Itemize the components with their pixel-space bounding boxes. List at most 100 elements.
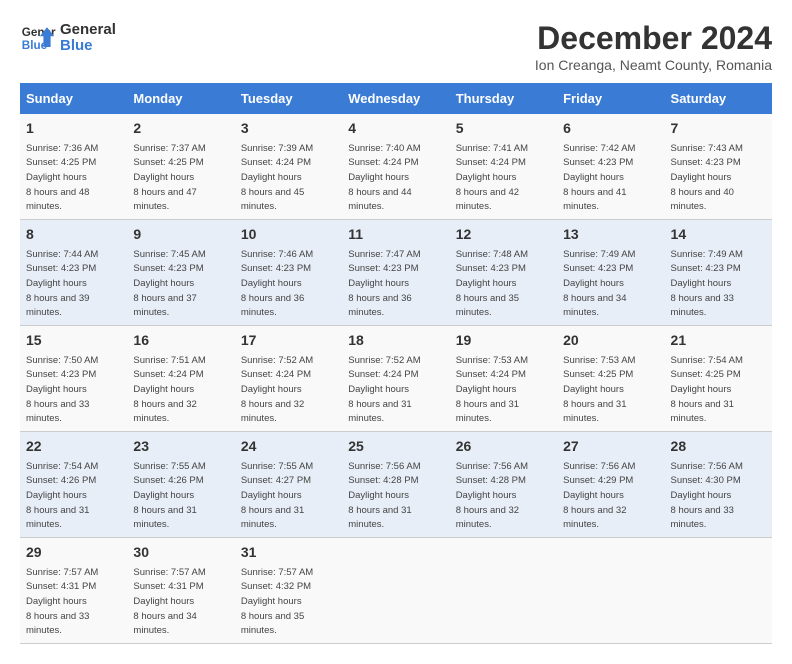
calendar-cell: 6Sunrise: 7:42 AMSunset: 4:23 PMDaylight… [557,114,664,220]
day-number: 24 [241,437,336,457]
daylight-label: Daylight hours [133,490,194,501]
calendar-cell: 14Sunrise: 7:49 AMSunset: 4:23 PMDayligh… [665,220,772,326]
day-number: 30 [133,543,228,563]
day-number: 11 [348,225,443,245]
daylight-label: Daylight hours [133,596,194,607]
sunrise-info: Sunrise: 7:46 AM [241,249,313,260]
sunrise-info: Sunrise: 7:39 AM [241,143,313,154]
sunrise-info: Sunrise: 7:43 AM [671,143,743,154]
daylight-duration: 8 hours and 32 minutes. [133,399,196,425]
sunset-info: Sunset: 4:26 PM [133,475,203,486]
day-number: 16 [133,331,228,351]
calendar-cell [342,538,449,644]
calendar-cell: 31Sunrise: 7:57 AMSunset: 4:32 PMDayligh… [235,538,342,644]
day-number: 18 [348,331,443,351]
day-number: 26 [456,437,551,457]
daylight-duration: 8 hours and 44 minutes. [348,187,411,213]
daylight-label: Daylight hours [563,490,624,501]
daylight-label: Daylight hours [133,278,194,289]
calendar-cell: 23 Sunrise: 7:55 AM Sunset: 4:26 PM Dayligh… [127,432,234,538]
day-number: 22 [26,437,121,457]
sunset-info: Sunset: 4:23 PM [456,263,526,274]
week-row: 1 Sunrise: 7:36 AM Sunset: 4:25 PM Daylight… [20,114,772,220]
sunset-info: Sunset: 4:24 PM [348,369,418,380]
daylight-label: Daylight hours [456,278,517,289]
daylight-label: Daylight hours [26,490,87,501]
daylight-label: Daylight hours [26,278,87,289]
daylight-duration: 8 hours and 39 minutes. [26,293,89,319]
sunset-info: Sunset: 4:24 PM [348,157,418,168]
daylight-duration: 8 hours and 31 minutes. [348,505,411,531]
sunset-info: Sunset: 4:24 PM [456,369,526,380]
day-number: 13 [563,225,658,245]
sunrise-info: Sunrise: 7:36 AM [26,143,98,154]
daylight-duration: 8 hours and 31 minutes. [348,399,411,425]
calendar-cell [665,538,772,644]
daylight-label: Daylight hours [241,490,302,501]
sunrise-info: Sunrise: 7:40 AM [348,143,420,154]
day-number: 6 [563,119,658,139]
daylight-label: Daylight hours [456,384,517,395]
daylight-label: Daylight hours [348,490,409,501]
sunrise-info: Sunrise: 7:50 AM [26,355,98,366]
daylight-duration: 8 hours and 32 minutes. [456,505,519,531]
calendar-cell: 9Sunrise: 7:45 AMSunset: 4:23 PMDaylight… [127,220,234,326]
daylight-duration: 8 hours and 35 minutes. [241,611,304,637]
daylight-duration: 8 hours and 36 minutes. [348,293,411,319]
sunset-info: Sunset: 4:23 PM [563,157,633,168]
sunrise-info: Sunrise: 7:51 AM [133,355,205,366]
week-row: 15Sunrise: 7:50 AMSunset: 4:23 PMDayligh… [20,326,772,432]
calendar-table: SundayMondayTuesdayWednesdayThursdayFrid… [20,83,772,644]
calendar-cell: 19Sunrise: 7:53 AMSunset: 4:24 PMDayligh… [450,326,557,432]
sunset-info: Sunset: 4:24 PM [133,369,203,380]
calendar-cell [557,538,664,644]
day-number: 25 [348,437,443,457]
col-header-thursday: Thursday [450,83,557,114]
sunset-info: Sunset: 4:23 PM [241,263,311,274]
sunset-info: Sunset: 4:23 PM [26,263,96,274]
day-number: 5 [456,119,551,139]
daylight-duration: 8 hours and 45 minutes. [241,187,304,213]
calendar-cell: 3Sunrise: 7:39 AMSunset: 4:24 PMDaylight… [235,114,342,220]
daylight-duration: 8 hours and 33 minutes. [26,399,89,425]
calendar-cell: 5Sunrise: 7:41 AMSunset: 4:24 PMDaylight… [450,114,557,220]
daylight-duration: 8 hours and 37 minutes. [133,293,196,319]
daylight-label: Daylight hours [348,172,409,183]
day-number: 10 [241,225,336,245]
calendar-cell: 18Sunrise: 7:52 AMSunset: 4:24 PMDayligh… [342,326,449,432]
calendar-cell: 16Sunrise: 7:51 AMSunset: 4:24 PMDayligh… [127,326,234,432]
day-number: 17 [241,331,336,351]
daylight-duration: 8 hours and 34 minutes. [133,611,196,637]
page-header: General Blue General Blue December 2024 … [20,20,772,73]
calendar-cell: 27Sunrise: 7:56 AMSunset: 4:29 PMDayligh… [557,432,664,538]
sunrise-info: Sunrise: 7:56 AM [563,461,635,472]
daylight-duration: 8 hours and 33 minutes. [671,505,734,531]
calendar-body: 1 Sunrise: 7:36 AM Sunset: 4:25 PM Daylight… [20,114,772,644]
sunset-info: Sunset: 4:25 PM [133,157,203,168]
daylight-duration: 8 hours and 32 minutes. [563,505,626,531]
calendar-cell: 8Sunrise: 7:44 AMSunset: 4:23 PMDaylight… [20,220,127,326]
sunrise-info: Sunrise: 7:55 AM [133,461,205,472]
location-subtitle: Ion Creanga, Neamt County, Romania [535,57,772,73]
calendar-cell: 7Sunrise: 7:43 AMSunset: 4:23 PMDaylight… [665,114,772,220]
day-number: 23 [133,437,228,457]
week-row: 22 Sunrise: 7:54 AM Sunset: 4:26 PM Dayligh… [20,432,772,538]
calendar-cell: 4Sunrise: 7:40 AMSunset: 4:24 PMDaylight… [342,114,449,220]
daylight-label: Daylight hours [456,172,517,183]
sunrise-info: Sunrise: 7:54 AM [26,461,98,472]
col-header-sunday: Sunday [20,83,127,114]
sunset-info: Sunset: 4:32 PM [241,581,311,592]
day-number: 1 [26,119,121,139]
day-number: 3 [241,119,336,139]
month-title: December 2024 [535,20,772,57]
daylight-label: Daylight hours [241,596,302,607]
sunrise-info: Sunrise: 7:57 AM [133,567,205,578]
daylight-label: Daylight hours [26,596,87,607]
sunset-info: Sunset: 4:23 PM [348,263,418,274]
sunset-info: Sunset: 4:27 PM [241,475,311,486]
sunset-info: Sunset: 4:23 PM [133,263,203,274]
sunrise-info: Sunrise: 7:57 AM [26,567,98,578]
sunrise-info: Sunrise: 7:56 AM [456,461,528,472]
daylight-label: Daylight hours [563,172,624,183]
header-row: SundayMondayTuesdayWednesdayThursdayFrid… [20,83,772,114]
